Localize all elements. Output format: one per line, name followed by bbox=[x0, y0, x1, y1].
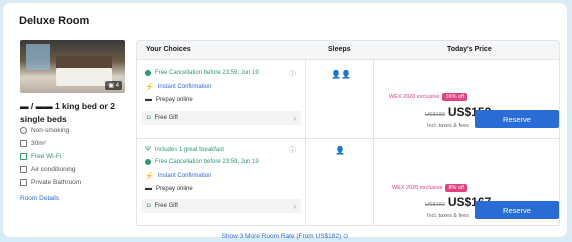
wifi-icon bbox=[20, 153, 27, 160]
table-row: Free Cancellation before 23:59, Jun 19 ⓘ… bbox=[137, 60, 559, 139]
header-choices: Your Choices bbox=[146, 46, 191, 53]
gift-icon: ◘ bbox=[147, 203, 151, 209]
reserve-button[interactable]: Reserve bbox=[475, 110, 559, 128]
discount-badge: 8% off bbox=[445, 184, 467, 192]
discount-badge: 16% off bbox=[442, 93, 468, 101]
breakfast-icon: Ψ bbox=[145, 146, 151, 153]
info-icon[interactable]: ⓘ bbox=[289, 69, 296, 79]
room-card: Deluxe Room ▣ 4 ▬ / ▬▬ 1 king bed or 2 s… bbox=[2, 2, 568, 240]
original-price: US$182 bbox=[425, 202, 445, 208]
promo-label: WEX 2020 exclusive 16% off bbox=[389, 93, 468, 101]
reserve-button[interactable]: Reserve bbox=[475, 201, 559, 219]
sleeps-one-person-icon: 👤 bbox=[335, 146, 345, 155]
chevron-right-icon: › bbox=[293, 201, 296, 211]
table-header: Your Choices Sleeps Today's Price bbox=[137, 41, 559, 60]
check-icon bbox=[145, 159, 151, 165]
table-row: Ψ Includes 1 great breakfast ⓘ Free Canc… bbox=[137, 139, 559, 225]
no-smoking-icon bbox=[20, 127, 27, 134]
bed-type: ▬ / ▬▬ 1 king bed or 2 single beds bbox=[20, 101, 115, 124]
show-more-rates-link[interactable]: Show 3 More Room Rate (From US$182) ⊙ bbox=[3, 232, 567, 240]
chevron-down-icon: ⊙ bbox=[342, 233, 349, 240]
amenity-ac: Air conditioning bbox=[20, 166, 75, 173]
ac-icon bbox=[20, 166, 27, 173]
promo-label: WEX 2020 exclusive 8% off bbox=[392, 184, 467, 192]
choice-prepay: ▬ Prepay online bbox=[145, 185, 193, 192]
header-sleeps: Sleeps bbox=[328, 46, 351, 53]
original-price: US$183 bbox=[425, 112, 445, 118]
gift-icon: ◘ bbox=[147, 115, 151, 121]
photo-window bbox=[26, 44, 50, 70]
chevron-right-icon: › bbox=[293, 113, 296, 123]
amenity-non-smoking: Non-smoking bbox=[20, 127, 69, 134]
info-icon[interactable]: ⓘ bbox=[289, 145, 296, 155]
rate-table: Your Choices Sleeps Today's Price Free C… bbox=[136, 40, 560, 226]
amenity-bathroom: Private Bathroom bbox=[20, 179, 81, 186]
header-price: Today's Price bbox=[447, 46, 492, 53]
taxes-note: Incl. taxes & fees bbox=[427, 213, 469, 219]
bed-icon: ▬ / ▬▬ bbox=[20, 101, 53, 111]
room-details-link[interactable]: Room Details bbox=[20, 195, 59, 202]
sleeps-two-person-icon: 👤👤 bbox=[331, 70, 351, 79]
choice-instant-confirmation: ⚡ Instant Confirmation bbox=[145, 173, 212, 180]
lightning-icon: ⚡ bbox=[145, 84, 154, 91]
photo-bed bbox=[56, 68, 112, 86]
choice-prepay: ▬ Prepay online bbox=[145, 96, 193, 103]
free-gift-row[interactable]: ◘ Free Gift › bbox=[141, 199, 301, 213]
free-gift-row[interactable]: ◘ Free Gift › bbox=[141, 111, 301, 125]
room-photo[interactable]: ▣ 4 bbox=[20, 40, 125, 93]
amenity-area: 30m² bbox=[20, 140, 46, 147]
choice-cancellation: Free Cancellation before 23:59, Jun 19 bbox=[145, 70, 259, 76]
area-icon bbox=[20, 140, 27, 147]
room-title: Deluxe Room bbox=[19, 15, 90, 27]
choice-instant-confirmation: ⚡ Instant Confirmation bbox=[145, 84, 212, 91]
card-icon: ▬ bbox=[145, 96, 152, 103]
photo-headboard bbox=[56, 56, 112, 68]
choice-cancellation: Free Cancellation before 23:59, Jun 19 bbox=[145, 159, 259, 165]
check-icon bbox=[145, 70, 151, 76]
amenity-wifi: Free Wi-Fi bbox=[20, 153, 61, 160]
shower-icon bbox=[20, 179, 27, 186]
card-icon: ▬ bbox=[145, 185, 152, 192]
choice-breakfast: Ψ Includes 1 great breakfast bbox=[145, 146, 224, 153]
lightning-icon: ⚡ bbox=[145, 173, 154, 180]
taxes-note: Incl. taxes & fees bbox=[427, 123, 469, 129]
photo-count-badge: ▣ 4 bbox=[105, 81, 122, 90]
